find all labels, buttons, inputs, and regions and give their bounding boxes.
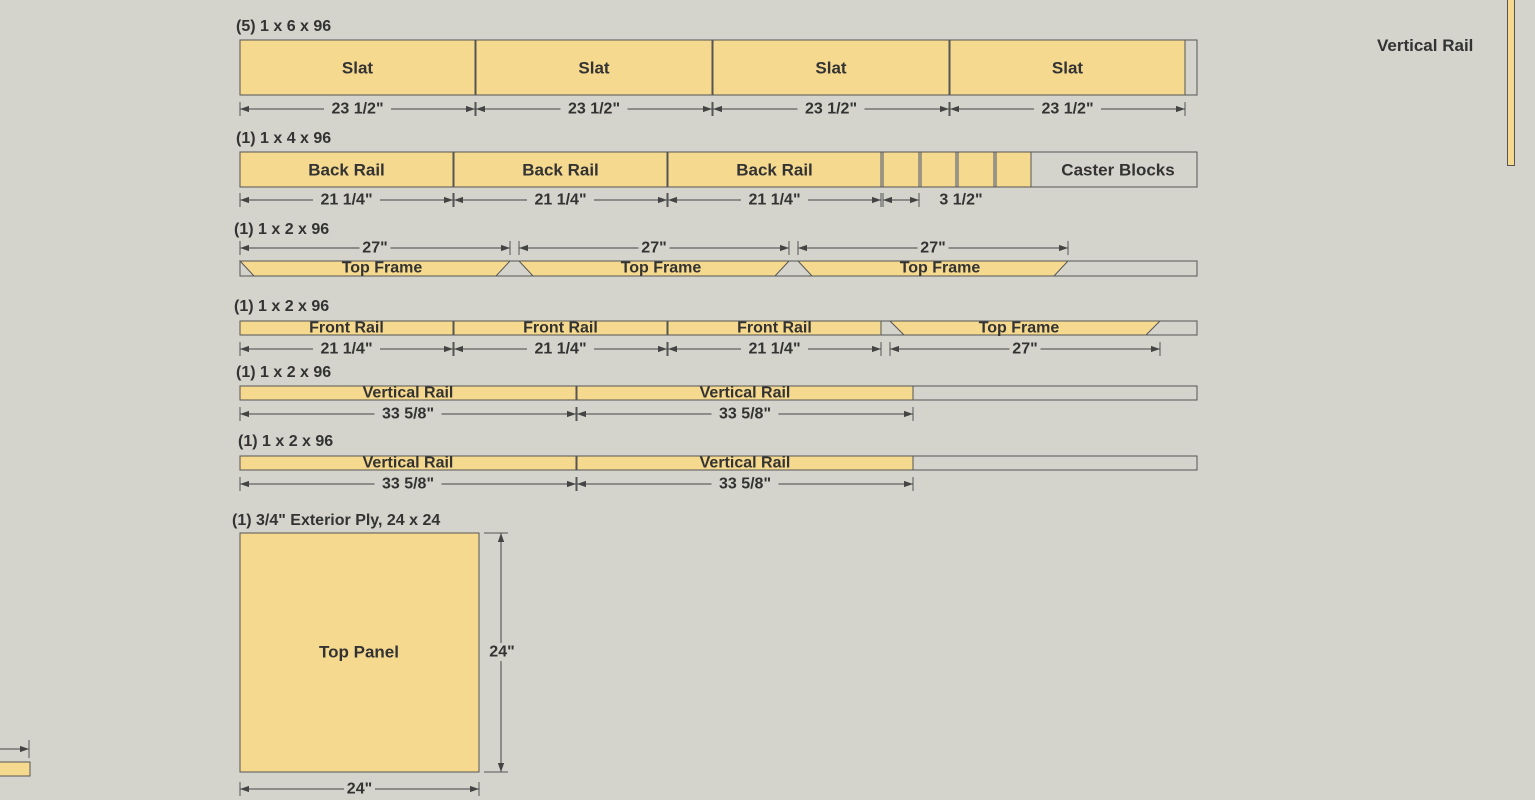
caster-block-piece-4: [995, 151, 1032, 188]
slat-label-1: Slat: [342, 59, 374, 78]
top-frame-dim-4-label: 27": [1012, 341, 1037, 358]
vertical-rail-dim-b1-label: 33 5/8": [382, 476, 434, 493]
slat-dim-3-label: 23 1/2": [805, 101, 857, 118]
slat-dim-2-label: 23 1/2": [568, 101, 620, 118]
caster-block-dim-label: 3 1/2": [939, 192, 982, 209]
caster-block-piece-1: [882, 151, 920, 188]
vertical-rail-label-b2: Vertical Rail: [700, 455, 791, 472]
caster-block-piece-2: [920, 151, 957, 188]
back-rail-label-3: Back Rail: [736, 161, 813, 180]
slat-dim-1-label: 23 1/2": [331, 101, 383, 118]
slat-label-3: Slat: [815, 59, 847, 78]
front-rail-label-2: Front Rail: [523, 320, 598, 337]
top-frame-dim-1-label: 27": [362, 240, 387, 257]
top-frame-label-3: Top Frame: [900, 260, 981, 277]
back-rail-label-2: Back Rail: [522, 161, 599, 180]
offscreen-piece: [0, 761, 31, 777]
top-frame-dim-3-label: 27": [920, 240, 945, 257]
top-frame-label-4: Top Frame: [979, 320, 1060, 337]
back-rail-dim-3-label: 21 1/4": [748, 192, 800, 209]
panel-height-label: 24": [489, 644, 514, 661]
vertical-rail-label-a2: Vertical Rail: [700, 385, 791, 402]
top-frame-label-2: Top Frame: [621, 260, 702, 277]
vertical-rail-dim-b2-label: 33 5/8": [719, 476, 771, 493]
slat-label-2: Slat: [578, 59, 610, 78]
back-rail-label-1: Back Rail: [308, 161, 385, 180]
slat-label-4: Slat: [1052, 59, 1084, 78]
top-panel-label: Top Panel: [319, 643, 399, 662]
front-rail-label-1: Front Rail: [309, 320, 384, 337]
caster-blocks-label: Caster Blocks: [1061, 161, 1174, 180]
panel-width-dim-label: 24": [347, 781, 372, 798]
front-rail-label-3: Front Rail: [737, 320, 812, 337]
top-frame-label-1: Top Frame: [342, 260, 423, 277]
vertical-rail-label-a1: Vertical Rail: [363, 385, 454, 402]
vertical-rail-dim-a2-label: 33 5/8": [719, 406, 771, 423]
cut-diagram: Slat 23 1/2" Slat 23 1/2" Slat 23 1/2" Slat 23 …: [0, 39, 1198, 798]
slat-dim-4-label: 23 1/2": [1041, 101, 1093, 118]
front-rail-dim-2-label: 21 1/4": [534, 341, 586, 358]
front-rail-dim-1-label: 21 1/4": [320, 341, 372, 358]
caster-block-piece-3: [957, 151, 995, 188]
vertical-rail-dim-a1-label: 33 5/8": [382, 406, 434, 423]
back-rail-dim-2-label: 21 1/4": [534, 192, 586, 209]
front-rail-dim-3-label: 21 1/4": [748, 341, 800, 358]
back-rail-dim-1-label: 21 1/4": [320, 192, 372, 209]
top-frame-dim-2-label: 27": [641, 240, 666, 257]
vertical-rail-label-b1: Vertical Rail: [363, 455, 454, 472]
